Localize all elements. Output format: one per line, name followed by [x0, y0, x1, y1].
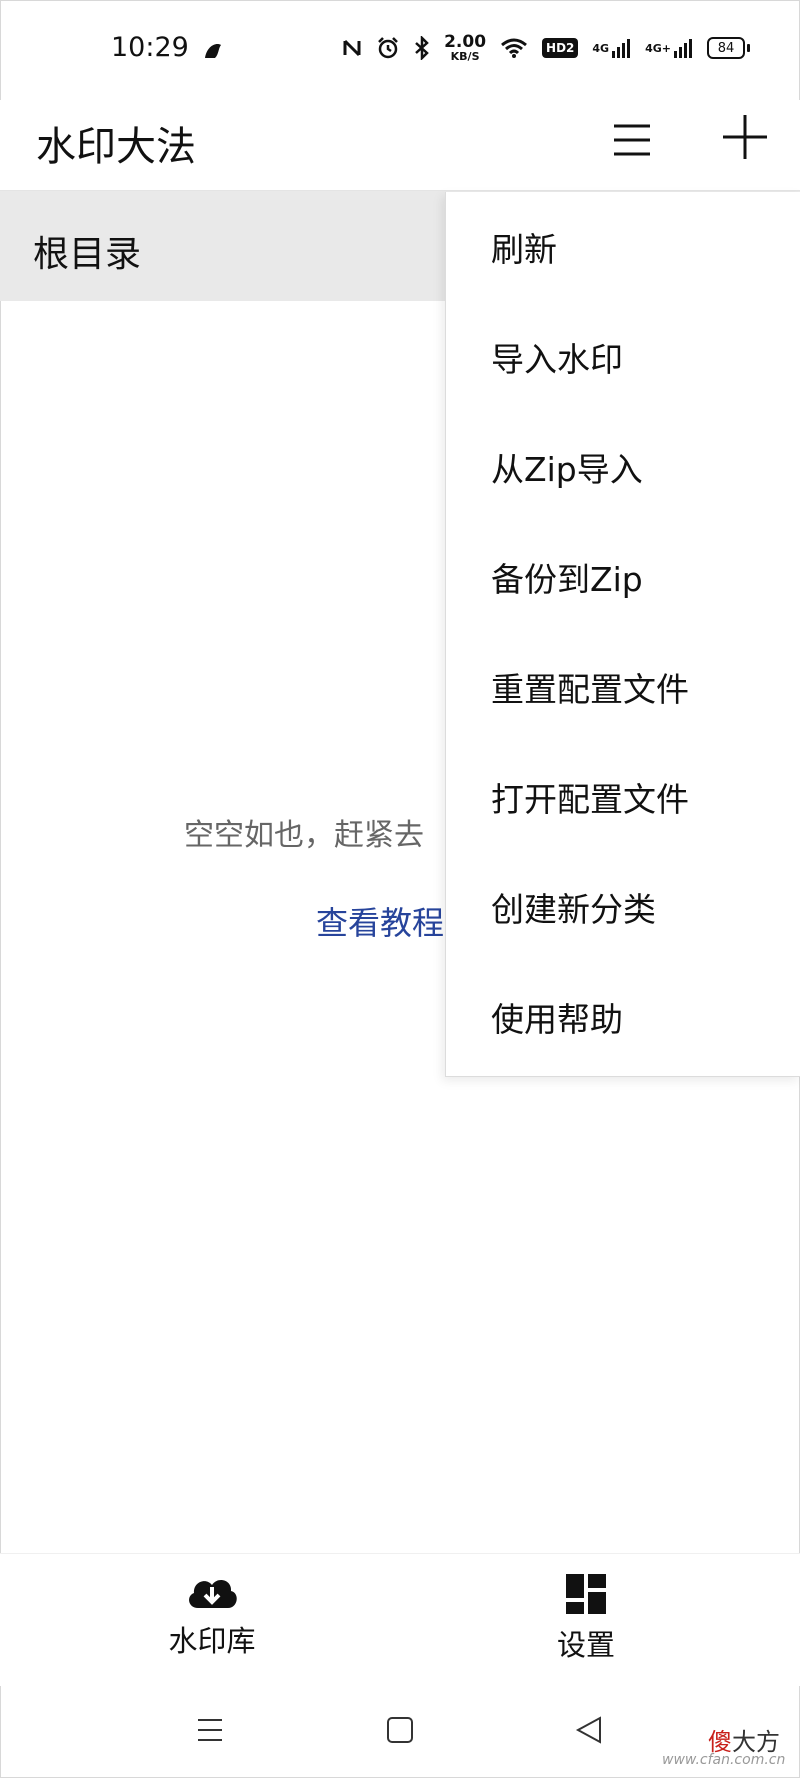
- network-speed: 2.00 KB/S: [444, 32, 487, 63]
- signal-icon-1: 4G: [592, 37, 631, 59]
- nav-settings-label: 设置: [556, 1628, 615, 1662]
- nav-watermark-library[interactable]: 水印库: [132, 1572, 292, 1660]
- status-time: 10:29: [111, 32, 189, 63]
- status-bar: 10:29 2.00 KB/S HD2 4G 4G+ 84: [0, 0, 800, 100]
- menu-item-reset-config[interactable]: 重置配置文件: [446, 632, 800, 742]
- home-button[interactable]: [380, 1710, 420, 1750]
- app-notification-icon: [202, 40, 224, 62]
- cloud-download-icon: [189, 1580, 237, 1608]
- network-speed-unit: KB/S: [450, 50, 480, 63]
- recents-button[interactable]: [190, 1710, 230, 1750]
- menu-item-import-watermark[interactable]: 导入水印: [446, 302, 800, 412]
- view-tutorial-link[interactable]: 查看教程: [316, 898, 444, 944]
- home-icon: [387, 1717, 413, 1743]
- wifi-icon: [500, 37, 528, 59]
- hamburger-icon: [614, 124, 650, 156]
- signal-icon-2: 4G+: [645, 37, 693, 59]
- add-button[interactable]: [720, 112, 770, 162]
- hd-voice-badge: HD2: [542, 38, 579, 58]
- alarm-icon: [376, 36, 400, 60]
- status-icons: 2.00 KB/S HD2 4G 4G+ 84: [342, 34, 750, 62]
- nav-settings[interactable]: 设置: [506, 1572, 666, 1664]
- menu-button[interactable]: [608, 116, 656, 164]
- bluetooth-icon: [414, 36, 430, 60]
- signal-label-1: 4G: [592, 41, 610, 55]
- back-icon: [575, 1716, 601, 1744]
- app-bar: 水印大法: [0, 100, 800, 191]
- menu-item-import-zip[interactable]: 从Zip导入: [446, 412, 800, 522]
- plus-icon: [723, 115, 767, 159]
- menu-item-new-category[interactable]: 创建新分类: [446, 852, 800, 962]
- app-title: 水印大法: [36, 124, 196, 170]
- recents-icon: [198, 1719, 222, 1741]
- bottom-nav: 水印库 设置: [0, 1553, 800, 1686]
- overflow-menu: 刷新 导入水印 从Zip导入 备份到Zip 重置配置文件 打开配置文件 创建新分…: [445, 192, 800, 1077]
- breadcrumb-root: 根目录: [33, 234, 142, 275]
- dashboard-icon: [566, 1574, 606, 1614]
- signal-label-2: 4G+: [645, 41, 671, 55]
- nav-watermark-library-label: 水印库: [168, 1624, 256, 1658]
- empty-state-message: 空空如也，赶紧去: [184, 818, 424, 853]
- battery-level: 84: [707, 37, 745, 59]
- menu-item-open-config[interactable]: 打开配置文件: [446, 742, 800, 852]
- watermark-url: www.cfan.com.cn: [662, 1752, 786, 1768]
- back-button[interactable]: [570, 1710, 610, 1750]
- menu-item-help[interactable]: 使用帮助: [446, 962, 800, 1072]
- menu-item-backup-zip[interactable]: 备份到Zip: [446, 522, 800, 632]
- battery-icon: 84: [707, 37, 750, 59]
- network-speed-value: 2.00: [444, 32, 487, 52]
- menu-item-refresh[interactable]: 刷新: [446, 192, 800, 302]
- nfc-icon: [342, 37, 362, 59]
